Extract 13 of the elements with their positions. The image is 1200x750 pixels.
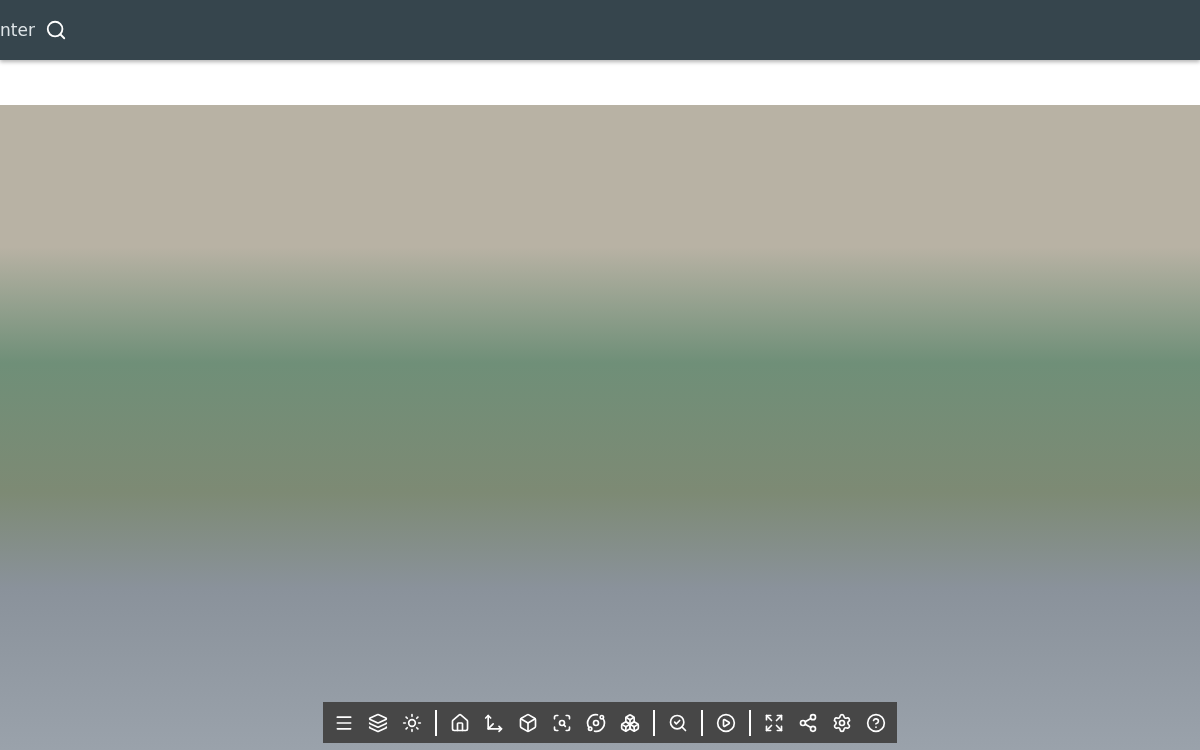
3d-scene-render[interactable]: [0, 105, 1200, 750]
layers-icon[interactable]: [367, 711, 389, 734]
sun-icon[interactable]: [401, 711, 423, 734]
home-icon[interactable]: [449, 711, 471, 734]
search-icon[interactable]: [44, 19, 67, 41]
orbit-icon[interactable]: [585, 711, 607, 734]
boxes-icon[interactable]: [619, 711, 641, 734]
help-icon[interactable]: [865, 711, 887, 734]
share-icon[interactable]: [797, 711, 819, 734]
cube-frame-icon[interactable]: [517, 711, 539, 734]
search-text[interactable]: nter: [0, 20, 35, 40]
play-icon[interactable]: [715, 711, 737, 734]
settings-icon[interactable]: [831, 711, 853, 734]
